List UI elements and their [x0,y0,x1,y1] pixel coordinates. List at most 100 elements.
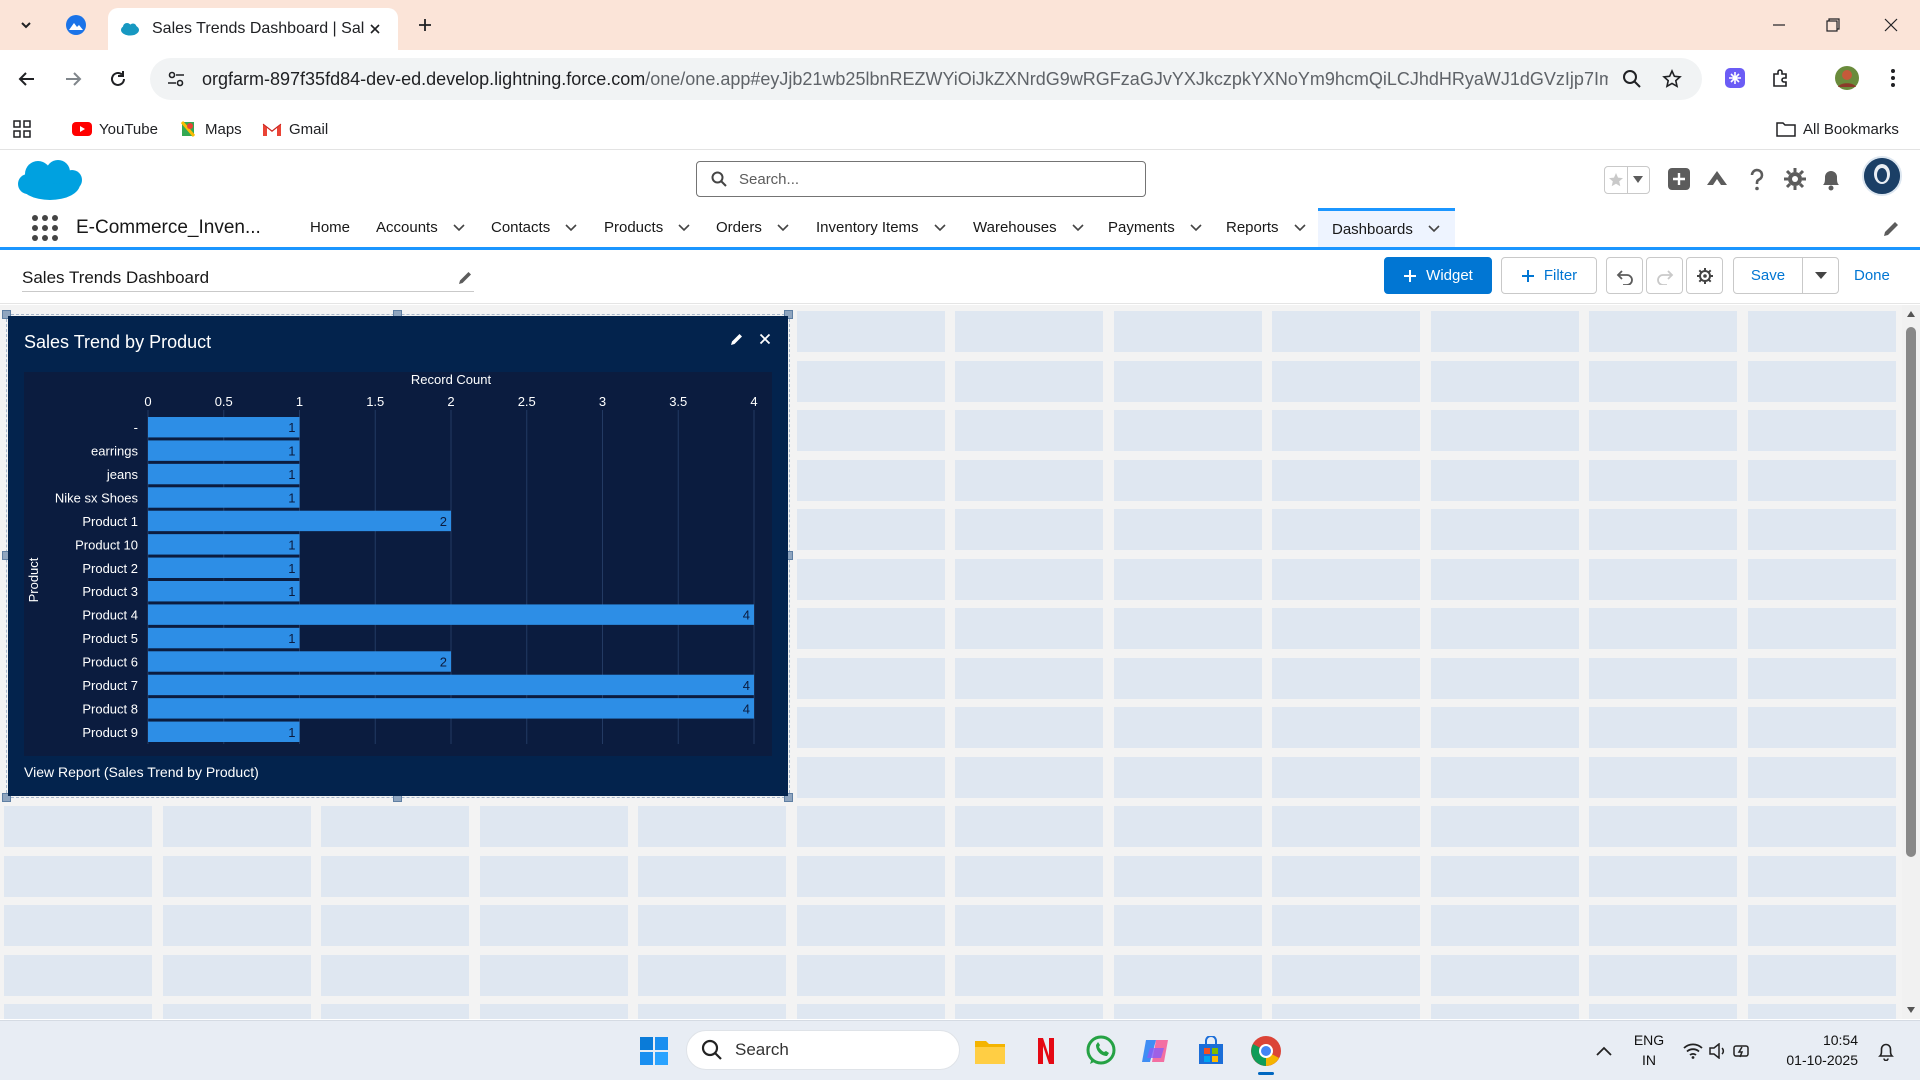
done-button[interactable]: Done [1854,257,1890,294]
forward-button[interactable] [58,64,88,94]
clock-time[interactable]: 10:54 [1768,1032,1858,1048]
all-bookmarks-button[interactable]: All Bookmarks [1776,116,1899,142]
language-indicator-bottom[interactable]: IN [1626,1052,1672,1068]
url-host: orgfarm-897f35fd84-dev-ed.develop.lightn… [202,68,646,89]
chevron-down-icon[interactable] [452,221,466,235]
global-actions-button[interactable] [1664,164,1694,194]
edit-nav-pencil-icon[interactable] [1882,220,1900,238]
add-widget-button[interactable]: Widget [1384,257,1492,294]
netflix-button[interactable] [1026,1031,1066,1071]
favorites-star-button[interactable] [1605,167,1628,193]
nav-item-home[interactable]: Home [310,208,350,247]
tab-search-button[interactable] [8,10,44,40]
undo-button[interactable] [1606,257,1643,294]
nav-item-payments[interactable]: Payments [1108,208,1203,247]
redo-icon [1656,269,1673,285]
bookmark-gmail[interactable]: Gmail [262,116,328,142]
whatsapp-button[interactable] [1081,1031,1121,1071]
bookmark-maps[interactable]: Maps [178,116,242,142]
start-button[interactable] [634,1031,674,1071]
chevron-down-icon[interactable] [1189,221,1203,235]
minimize-button[interactable] [1756,8,1802,42]
user-avatar[interactable] [1862,156,1902,196]
clock-date[interactable]: 01-10-2025 [1768,1052,1858,1068]
chevron-down-icon[interactable] [776,221,790,235]
help-button[interactable] [1742,164,1772,194]
global-search-input[interactable] [739,170,1131,188]
data-label: 1 [288,467,295,482]
nav-item-products[interactable]: Products [604,208,691,247]
dashboard-properties-button[interactable] [1686,257,1723,294]
chevron-down-icon[interactable] [1071,221,1085,235]
chevron-down-icon[interactable] [564,221,578,235]
horizontal-bar-chart[interactable]: Record Count 0 0.5 1 1.5 2 2.5 3 3.5 4 Product - 1 ea… [24,372,772,756]
bookmark-star-button[interactable] [1656,63,1688,95]
tab-close-button[interactable] [364,18,386,40]
notifications-button[interactable] [1816,164,1846,194]
add-filter-button[interactable]: Filter [1501,257,1597,294]
grid-placeholder-cell [1747,905,1896,946]
search-icon [701,1039,722,1060]
microsoft-store-button[interactable] [1191,1031,1231,1071]
nav-item-orders[interactable]: Orders [716,208,790,247]
quick-settings-button[interactable] [1678,1031,1758,1071]
salesforce-logo[interactable] [16,156,84,204]
browser-menu-button[interactable] [1878,63,1908,93]
nav-item-warehouses[interactable]: Warehouses [973,208,1085,247]
extensions-menu-button[interactable] [1766,63,1796,93]
chevron-down-icon[interactable] [677,221,691,235]
pencil-icon[interactable] [456,269,474,287]
grid-placeholder-cell [1113,360,1262,402]
global-search-box[interactable] [696,161,1146,197]
chart-widget[interactable]: Sales Trend by Product Record Count 0 0.5 1… [8,316,788,796]
apps-shortcut[interactable] [12,116,32,142]
file-explorer-button[interactable] [970,1031,1010,1071]
chevron-down-icon[interactable] [933,221,947,235]
address-bar[interactable]: orgfarm-897f35fd84-dev-ed.develop.lightn… [150,58,1702,100]
dashboard-title-field[interactable] [22,264,474,292]
save-options-button[interactable] [1802,257,1839,294]
scrollbar-thumb[interactable] [1906,327,1916,857]
remove-widget-button[interactable] [754,328,776,350]
nav-item-inventory-items[interactable]: Inventory Items [816,208,947,247]
nav-item-label: Dashboards [1332,220,1413,238]
copilot-button[interactable] [1136,1031,1176,1071]
chrome-button[interactable] [1246,1031,1286,1071]
chevron-down-icon[interactable] [1427,222,1441,236]
setup-button[interactable] [1780,164,1810,194]
language-indicator-top[interactable]: ENG [1626,1032,1672,1048]
dashboard-title-input[interactable] [22,267,456,288]
nav-item-accounts[interactable]: Accounts [376,208,466,247]
edit-widget-button[interactable] [726,328,748,350]
scroll-down-arrow-icon[interactable] [1906,1005,1916,1015]
new-tab-button[interactable] [410,10,440,40]
redo-button[interactable] [1646,257,1683,294]
pinned-app-tab[interactable] [58,10,94,40]
nav-item-reports[interactable]: Reports [1226,208,1307,247]
app-launcher-icon[interactable] [32,215,58,241]
zoom-button[interactable] [1616,63,1648,95]
window-close-button[interactable] [1868,8,1914,42]
show-hidden-icons-button[interactable] [1584,1031,1624,1071]
notification-bell-icon [1878,1043,1894,1061]
taskbar-search-box[interactable]: Search [686,1030,960,1070]
view-report-link[interactable]: View Report (Sales Trend by Product) [24,764,259,780]
bookmark-youtube[interactable]: YouTube [72,116,158,142]
extension-button[interactable] [1720,63,1750,93]
trailhead-button[interactable] [1702,164,1732,194]
nav-item-dashboards[interactable]: Dashboards [1318,208,1455,247]
profile-avatar-button[interactable] [1832,63,1862,93]
vertical-scrollbar[interactable] [1902,305,1920,1019]
restore-button[interactable] [1810,8,1856,42]
back-button[interactable] [12,64,42,94]
notification-center-button[interactable] [1866,1031,1906,1071]
site-info-icon[interactable] [164,67,188,91]
data-label: 1 [288,491,295,506]
chevron-down-icon[interactable] [1293,221,1307,235]
scroll-up-arrow-icon[interactable] [1906,309,1916,319]
active-browser-tab[interactable]: Sales Trends Dashboard | Salesf [108,8,398,50]
favorites-list-button[interactable] [1628,167,1650,193]
reload-button[interactable] [103,64,133,94]
nav-item-contacts[interactable]: Contacts [491,208,578,247]
save-button[interactable]: Save [1733,257,1803,294]
